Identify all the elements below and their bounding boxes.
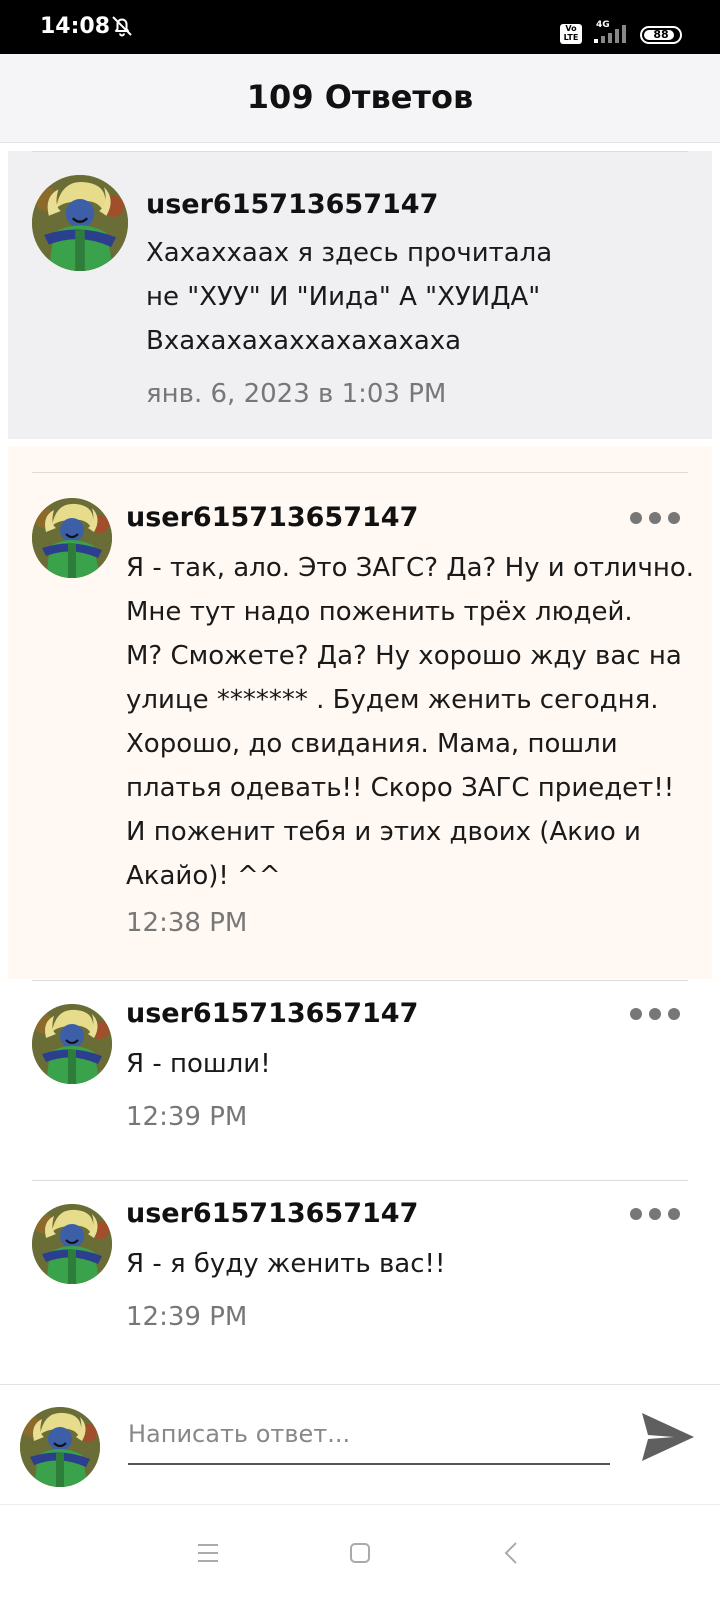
- back-icon[interactable]: [490, 1531, 534, 1575]
- reply-bar: [0, 1384, 720, 1505]
- comment-text: Я - я буду женить вас!!: [126, 1249, 446, 1279]
- divider: [32, 980, 688, 981]
- more-horizontal-icon[interactable]: [630, 508, 680, 528]
- comment-text: Я - пошли!: [126, 1049, 271, 1079]
- square-icon[interactable]: [338, 1531, 382, 1575]
- comment-username[interactable]: user615713657147: [126, 998, 418, 1029]
- status-bar: 14:08 Vo LTE 4G 88: [0, 0, 720, 54]
- avatar[interactable]: [32, 1004, 112, 1084]
- divider: [32, 1180, 688, 1181]
- reply-input[interactable]: [128, 1405, 610, 1465]
- reply-comment: user615713657147 Я - так, ало. Это ЗАГС?…: [8, 446, 712, 979]
- page-title: 109 Ответов: [246, 78, 474, 116]
- comment-username[interactable]: user615713657147: [126, 502, 418, 533]
- battery-icon: 88: [640, 26, 682, 44]
- battery-level: 88: [653, 28, 669, 41]
- status-time: 14:08: [40, 14, 111, 39]
- comment-username[interactable]: user615713657147: [126, 1198, 418, 1229]
- avatar[interactable]: [32, 175, 128, 271]
- menu-icon[interactable]: [186, 1531, 230, 1575]
- avatar: [20, 1407, 100, 1487]
- volte-icon: Vo LTE: [560, 24, 582, 44]
- comment-timestamp: 12:38 PM: [126, 908, 248, 938]
- send-icon[interactable]: [640, 1411, 696, 1463]
- comment-timestamp: 12:39 PM: [126, 1302, 248, 1332]
- system-nav-bar: [0, 1504, 720, 1601]
- avatar[interactable]: [32, 498, 112, 578]
- reply-comment: user615713657147 Я - я буду женить вас!!…: [8, 1180, 712, 1378]
- comment-text: Хахаххаах я здесь прочитала не "ХУУ" И "…: [146, 238, 553, 356]
- more-horizontal-icon[interactable]: [630, 1204, 680, 1224]
- comment-timestamp: 12:39 PM: [126, 1102, 248, 1132]
- parent-comment: user615713657147 Хахаххаах я здесь прочи…: [8, 151, 712, 439]
- comment-text: Я - так, ало. Это ЗАГС? Да? Ну и отлично…: [126, 553, 695, 891]
- divider: [32, 151, 688, 152]
- avatar[interactable]: [32, 1204, 112, 1284]
- bell-off-icon: [112, 16, 132, 37]
- signal-icon: [594, 25, 626, 43]
- divider: [32, 472, 688, 473]
- comment-timestamp: янв. 6, 2023 в 1:03 PM: [146, 379, 447, 409]
- more-horizontal-icon[interactable]: [630, 1004, 680, 1024]
- comment-username[interactable]: user615713657147: [146, 189, 438, 220]
- reply-comment: user615713657147 Я - пошли! 12:39 PM: [8, 980, 712, 1178]
- header: 109 Ответов: [0, 54, 720, 143]
